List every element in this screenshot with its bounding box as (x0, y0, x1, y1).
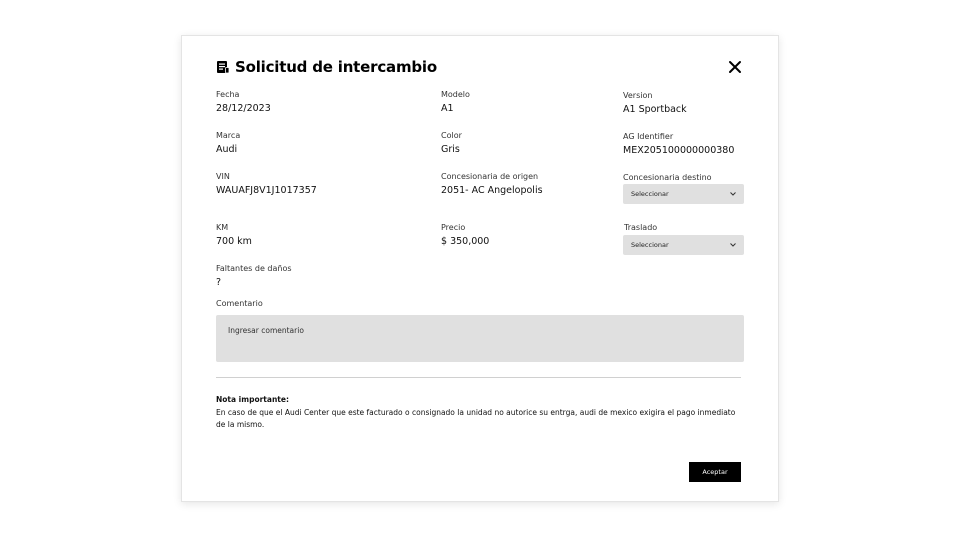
field-color: Color Gris (441, 131, 462, 156)
field-version: Version A1 Sportback (623, 91, 687, 116)
field-comentario: Comentario (216, 299, 263, 309)
modal-header: Solicitud de intercambio (216, 58, 744, 78)
chevron-down-icon (730, 243, 736, 247)
concesionaria-destino-label: Concesionaria destino (623, 173, 712, 182)
field-modelo: Modelo A1 (441, 90, 470, 115)
fecha-label: Fecha (216, 90, 240, 99)
traslado-selected: Seleccionar (631, 241, 669, 249)
traslado-label: Traslado (624, 223, 658, 232)
ag-identifier-label: AG Identifier (623, 132, 674, 141)
color-label: Color (441, 131, 462, 140)
concesionaria-origen-label: Concesionaria de origen (441, 172, 539, 181)
modelo-value: A1 (441, 103, 454, 114)
km-label: KM (216, 223, 229, 232)
marca-value: Audi (216, 144, 238, 155)
field-vin: VIN WAUAFJ8V1J1017357 (216, 172, 317, 197)
version-label: Version (623, 91, 653, 100)
modelo-label: Modelo (441, 90, 470, 99)
close-icon[interactable] (728, 60, 742, 74)
precio-value: $ 350,000 (441, 236, 490, 247)
ag-identifier-value: MEX205100000000380 (623, 145, 735, 156)
comentario-label: Comentario (216, 299, 263, 308)
field-concesionaria-origen: Concesionaria de origen 2051- AC Angelop… (441, 172, 543, 197)
document-icon (217, 61, 230, 74)
modal-title: Solicitud de intercambio (235, 58, 437, 76)
traslado-select[interactable]: Seleccionar (623, 235, 744, 255)
field-precio: Precio $ 350,000 (441, 223, 489, 248)
field-marca: Marca Audi (216, 131, 240, 156)
field-fecha: Fecha 28/12/2023 (216, 90, 271, 115)
divider (216, 377, 741, 378)
accept-button[interactable]: Aceptar (689, 462, 741, 482)
chevron-down-icon (730, 192, 736, 196)
faltantes-label: Faltantes de daños (216, 264, 292, 273)
faltantes-value: ? (216, 277, 222, 288)
color-value: Gris (441, 144, 460, 155)
exchange-request-modal: Solicitud de intercambio Fecha 28/12/202… (181, 35, 779, 502)
field-ag-identifier: AG Identifier MEX205100000000380 (623, 132, 734, 157)
km-value: 700 km (216, 236, 252, 247)
field-faltantes: Faltantes de daños ? (216, 264, 292, 289)
marca-label: Marca (216, 131, 241, 140)
version-value: A1 Sportback (623, 104, 687, 115)
vin-value: WAUAFJ8V1J1017357 (216, 185, 317, 196)
note-text: En caso de que el Audi Center que este f… (216, 408, 736, 429)
fecha-value: 28/12/2023 (216, 103, 271, 114)
field-km: KM 700 km (216, 223, 252, 248)
concesionaria-origen-value: 2051- AC Angelopolis (441, 185, 543, 196)
field-traslado: Traslado (624, 223, 657, 233)
vin-label: VIN (216, 172, 230, 181)
field-concesionaria-destino: Concesionaria destino (623, 173, 712, 183)
concesionaria-destino-selected: Seleccionar (631, 190, 669, 198)
concesionaria-destino-select[interactable]: Seleccionar (623, 184, 744, 204)
comentario-input[interactable]: Ingresar comentario (216, 315, 744, 362)
comentario-placeholder: Ingresar comentario (228, 326, 304, 335)
note-title: Nota importante: (216, 395, 289, 404)
precio-label: Precio (441, 223, 466, 232)
